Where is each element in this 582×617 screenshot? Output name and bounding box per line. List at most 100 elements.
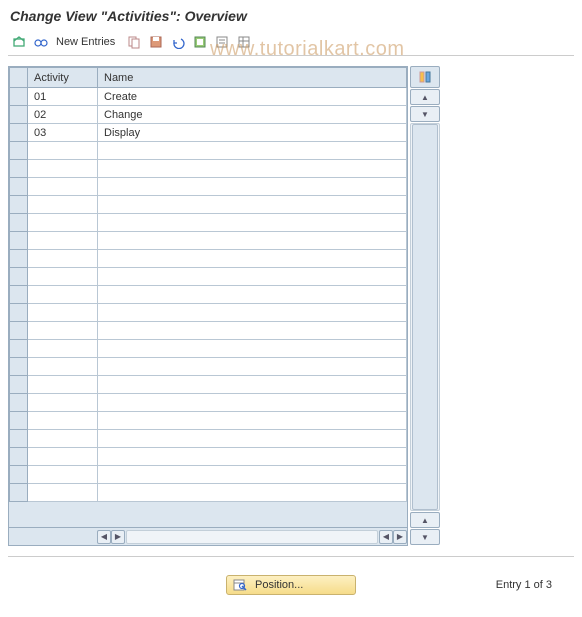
row-selector[interactable]	[10, 232, 28, 250]
cell-activity[interactable]	[28, 214, 98, 232]
cell-name[interactable]	[98, 142, 407, 160]
row-selector[interactable]	[10, 376, 28, 394]
scroll-right-end-icon[interactable]: ▶	[393, 530, 407, 544]
horizontal-scrollbar[interactable]: ◀ ▶ ◀ ▶	[9, 527, 407, 545]
table-row[interactable]	[10, 178, 407, 196]
table-row[interactable]: 01Create	[10, 88, 407, 106]
row-selector[interactable]	[10, 106, 28, 124]
cell-name[interactable]	[98, 394, 407, 412]
table-row[interactable]	[10, 394, 407, 412]
save-icon[interactable]	[147, 33, 165, 51]
scroll-left-icon[interactable]: ◀	[97, 530, 111, 544]
scroll-left-end-icon[interactable]: ◀	[379, 530, 393, 544]
table-row[interactable]	[10, 142, 407, 160]
table-row[interactable]	[10, 430, 407, 448]
cell-name[interactable]: Display	[98, 124, 407, 142]
table-row[interactable]	[10, 214, 407, 232]
cell-activity[interactable]	[28, 142, 98, 160]
cell-name[interactable]	[98, 214, 407, 232]
row-selector[interactable]	[10, 340, 28, 358]
table-row[interactable]	[10, 196, 407, 214]
row-selector[interactable]	[10, 214, 28, 232]
scroll-down-icon[interactable]: ▼	[410, 106, 440, 122]
cell-activity[interactable]	[28, 376, 98, 394]
row-selector[interactable]	[10, 286, 28, 304]
cell-name[interactable]	[98, 376, 407, 394]
row-selector[interactable]	[10, 358, 28, 376]
row-selector[interactable]	[10, 124, 28, 142]
table-row[interactable]	[10, 484, 407, 502]
vscroll-track[interactable]	[410, 123, 440, 511]
table-row[interactable]	[10, 340, 407, 358]
undo-icon[interactable]	[169, 33, 187, 51]
table-row[interactable]	[10, 286, 407, 304]
scroll-up-end-icon[interactable]: ▲	[410, 512, 440, 528]
cell-activity[interactable]	[28, 412, 98, 430]
cell-name[interactable]	[98, 412, 407, 430]
row-selector[interactable]	[10, 268, 28, 286]
position-button[interactable]: Position...	[226, 575, 356, 595]
cell-activity[interactable]	[28, 430, 98, 448]
row-selector[interactable]	[10, 142, 28, 160]
cell-name[interactable]: Create	[98, 88, 407, 106]
table-row[interactable]	[10, 448, 407, 466]
cell-activity[interactable]: 01	[28, 88, 98, 106]
row-selector[interactable]	[10, 88, 28, 106]
table-row[interactable]	[10, 268, 407, 286]
row-selector[interactable]	[10, 160, 28, 178]
copy-icon[interactable]	[125, 33, 143, 51]
cell-name[interactable]	[98, 322, 407, 340]
cell-name[interactable]	[98, 250, 407, 268]
cell-name[interactable]	[98, 466, 407, 484]
cell-activity[interactable]	[28, 322, 98, 340]
row-selector[interactable]	[10, 448, 28, 466]
scroll-right-icon[interactable]: ▶	[111, 530, 125, 544]
scroll-down-end-icon[interactable]: ▼	[410, 529, 440, 545]
cell-activity[interactable]: 03	[28, 124, 98, 142]
cell-activity[interactable]	[28, 178, 98, 196]
cell-activity[interactable]	[28, 466, 98, 484]
deselect-all-icon[interactable]	[213, 33, 231, 51]
cell-name[interactable]	[98, 340, 407, 358]
cell-activity[interactable]: 02	[28, 106, 98, 124]
toggle-view-icon[interactable]	[10, 33, 28, 51]
table-row[interactable]	[10, 376, 407, 394]
cell-name[interactable]	[98, 358, 407, 376]
column-header-name[interactable]: Name	[98, 68, 407, 88]
table-row[interactable]: 03Display	[10, 124, 407, 142]
row-selector[interactable]	[10, 484, 28, 502]
row-selector[interactable]	[10, 304, 28, 322]
cell-name[interactable]	[98, 484, 407, 502]
cell-name[interactable]	[98, 268, 407, 286]
cell-activity[interactable]	[28, 232, 98, 250]
cell-name[interactable]	[98, 196, 407, 214]
column-header-activity[interactable]: Activity	[28, 68, 98, 88]
cell-activity[interactable]	[28, 358, 98, 376]
table-config-icon[interactable]	[410, 66, 440, 88]
row-selector[interactable]	[10, 430, 28, 448]
row-selector[interactable]	[10, 196, 28, 214]
cell-name[interactable]	[98, 232, 407, 250]
cell-name[interactable]: Change	[98, 106, 407, 124]
cell-activity[interactable]	[28, 268, 98, 286]
cell-activity[interactable]	[28, 340, 98, 358]
hscroll-track[interactable]	[126, 530, 378, 544]
cell-activity[interactable]	[28, 484, 98, 502]
cell-name[interactable]	[98, 430, 407, 448]
cell-name[interactable]	[98, 304, 407, 322]
scroll-up-icon[interactable]: ▲	[410, 89, 440, 105]
cell-name[interactable]	[98, 286, 407, 304]
cell-activity[interactable]	[28, 448, 98, 466]
table-row[interactable]: 02Change	[10, 106, 407, 124]
table-row[interactable]	[10, 358, 407, 376]
cell-activity[interactable]	[28, 304, 98, 322]
table-row[interactable]	[10, 322, 407, 340]
cell-activity[interactable]	[28, 196, 98, 214]
cell-activity[interactable]	[28, 394, 98, 412]
glasses-icon[interactable]	[32, 33, 50, 51]
row-selector[interactable]	[10, 250, 28, 268]
table-row[interactable]	[10, 304, 407, 322]
row-selector[interactable]	[10, 412, 28, 430]
cell-name[interactable]	[98, 160, 407, 178]
cell-name[interactable]	[98, 448, 407, 466]
